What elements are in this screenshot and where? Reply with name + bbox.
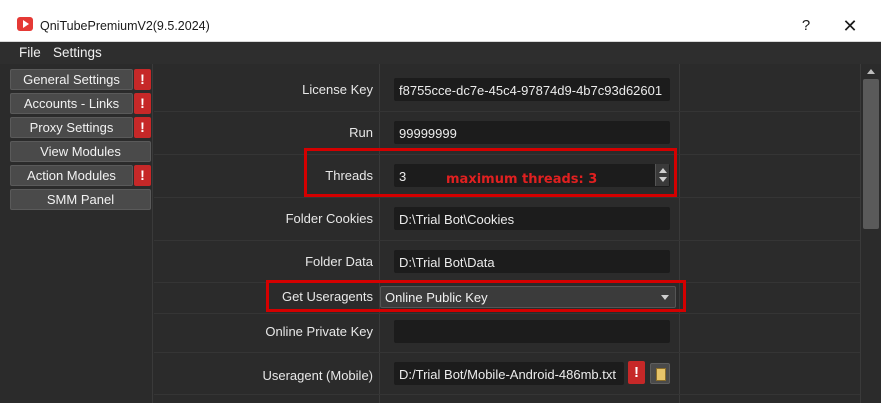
warning-icon: !	[134, 69, 151, 90]
sidebar-item-proxy-settings[interactable]: Proxy Settings	[10, 117, 133, 138]
menu-file[interactable]: File	[19, 45, 41, 60]
sidebar: General Settings ! Accounts - Links ! Pr…	[0, 64, 153, 403]
warning-icon: !	[134, 117, 151, 138]
warning-icon: !	[134, 93, 151, 114]
folder-cookies-input[interactable]: D:\Trial Bot\Cookies	[394, 207, 670, 230]
sidebar-item-accounts-links[interactable]: Accounts - Links	[10, 93, 133, 114]
folder-data-input[interactable]: D:\Trial Bot\Data	[394, 250, 670, 273]
useragent-mobile-input[interactable]: D:/Trial Bot/Mobile-Android-486mb.txt	[394, 362, 624, 385]
useragents-highlight-box	[266, 280, 686, 312]
title-bar: QniTubePremiumV2(9.5.2024) ? ✕	[0, 0, 881, 42]
scroll-up-arrow-icon[interactable]	[867, 69, 875, 74]
close-button[interactable]: ✕	[838, 15, 862, 37]
app-logo-icon	[17, 17, 33, 31]
menu-bar: File Settings	[0, 42, 881, 64]
settings-panel: License Key f8755cce-dc7e-45c4-97874d9-4…	[154, 64, 860, 403]
folder-data-label: Folder Data	[305, 254, 373, 269]
row-divider	[154, 197, 860, 198]
folder-cookies-label: Folder Cookies	[285, 211, 373, 226]
row-divider	[154, 111, 860, 112]
run-label: Run	[349, 125, 373, 140]
warning-icon: !	[134, 165, 151, 186]
license-key-label: License Key	[302, 82, 373, 97]
sidebar-item-action-modules[interactable]: Action Modules	[10, 165, 133, 186]
online-private-key-input[interactable]	[394, 320, 670, 343]
row-divider	[154, 313, 860, 314]
useragent-mobile-label: Useragent (Mobile)	[262, 368, 373, 383]
online-private-key-label: Online Private Key	[265, 324, 373, 339]
run-input[interactable]: 99999999	[394, 121, 670, 144]
warning-icon: !	[628, 361, 645, 384]
row-divider	[154, 240, 860, 241]
browse-file-icon[interactable]	[650, 363, 670, 384]
scroll-thumb[interactable]	[863, 79, 879, 229]
sidebar-item-view-modules[interactable]: View Modules	[10, 141, 151, 162]
window-title: QniTubePremiumV2(9.5.2024)	[40, 19, 210, 33]
row-divider	[154, 394, 860, 395]
menu-settings[interactable]: Settings	[53, 45, 102, 60]
threads-highlight-box	[304, 148, 677, 197]
sidebar-item-smm-panel[interactable]: SMM Panel	[10, 189, 151, 210]
sidebar-item-general-settings[interactable]: General Settings	[10, 69, 133, 90]
help-button[interactable]: ?	[795, 16, 817, 36]
vertical-scrollbar[interactable]	[860, 64, 881, 403]
row-divider	[154, 352, 860, 353]
license-key-input[interactable]: f8755cce-dc7e-45c4-97874d9-4b7c93d62601	[394, 78, 670, 101]
